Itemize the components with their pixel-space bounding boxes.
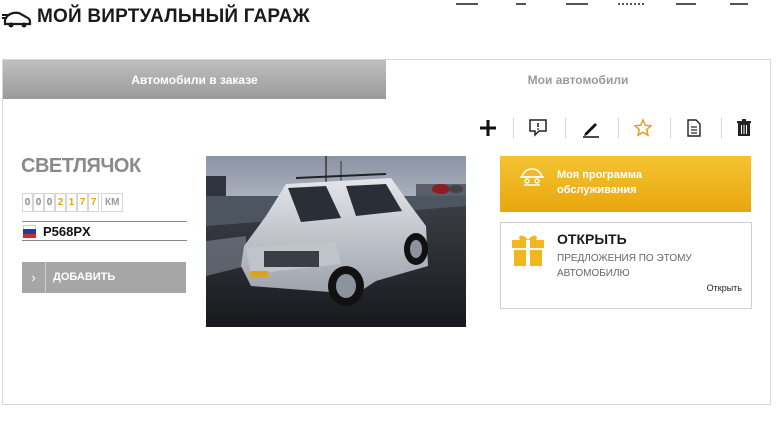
toolbar-divider — [513, 118, 514, 138]
service-program-label: Моя программа обслуживания — [557, 169, 642, 196]
odometer-digit: 2 — [55, 193, 66, 212]
odometer-digit: 7 — [77, 193, 88, 212]
tabs: Автомобили в заказе Мои автомобили — [3, 60, 770, 99]
offer-title: ОТКРЫТЬ — [557, 231, 627, 247]
tab-cars-on-order[interactable]: Автомобили в заказе — [3, 60, 386, 99]
comment-icon[interactable] — [525, 116, 551, 140]
top-icon-5[interactable] — [676, 0, 696, 5]
offers-card: ОТКРЫТЬ предложения по этому автомобилю … — [500, 222, 752, 309]
car-speed-icon — [2, 11, 32, 28]
add-icon[interactable] — [475, 116, 501, 140]
car-service-icon — [520, 168, 544, 186]
toolbar-divider — [670, 118, 671, 138]
add-button[interactable]: › ДОБАВИТЬ — [22, 262, 186, 293]
top-icon-4[interactable] — [618, 0, 644, 5]
odometer-digit: 0 — [22, 193, 33, 212]
pencil-icon[interactable] — [578, 116, 604, 140]
page-title: МОЙ ВИРТУАЛЬНЫЙ ГАРАЖ — [37, 6, 310, 27]
offer-subtitle: предложения по этому автомобилю — [557, 253, 692, 279]
top-icon-2[interactable] — [516, 0, 526, 5]
odometer: 0 0 0 2 1 7 7 КМ — [22, 193, 124, 212]
odometer-unit: КМ — [101, 193, 124, 212]
service-program-button[interactable]: Моя программа обслуживания — [500, 156, 751, 212]
document-icon[interactable] — [681, 116, 707, 140]
gift-icon — [512, 235, 544, 266]
tab-my-cars[interactable]: Мои автомобили — [386, 60, 770, 99]
add-button-label: ДОБАВИТЬ — [53, 271, 116, 283]
odometer-digit: 7 — [88, 193, 99, 212]
toolbar-divider — [565, 118, 566, 138]
toolbar — [473, 116, 763, 140]
odometer-digit: 0 — [44, 193, 55, 212]
odometer-digit: 0 — [33, 193, 44, 212]
garage-panel: Автомобили в заказе Мои автомобили СВЕТЛ… — [2, 59, 771, 405]
open-offers-link[interactable]: Открыть — [707, 283, 742, 293]
odometer-digit: 1 — [66, 193, 77, 212]
license-plate: P568PX — [22, 221, 187, 241]
chevron-right-icon: › — [22, 262, 46, 293]
top-icon-strip — [450, 0, 770, 6]
russia-flag-icon — [23, 225, 36, 238]
toolbar-divider — [618, 118, 619, 138]
top-icon-1[interactable] — [456, 0, 478, 5]
car-photo — [206, 156, 466, 327]
top-icon-6[interactable] — [730, 0, 748, 5]
header: МОЙ ВИРТУАЛЬНЫЙ ГАРАЖ — [0, 0, 782, 40]
toolbar-divider — [721, 118, 722, 138]
plate-number: P568PX — [43, 224, 91, 239]
top-icon-3[interactable] — [566, 0, 588, 5]
car-name: СВЕТЛЯЧОК — [21, 155, 141, 177]
star-icon[interactable] — [630, 116, 656, 140]
trash-icon[interactable] — [731, 116, 757, 140]
